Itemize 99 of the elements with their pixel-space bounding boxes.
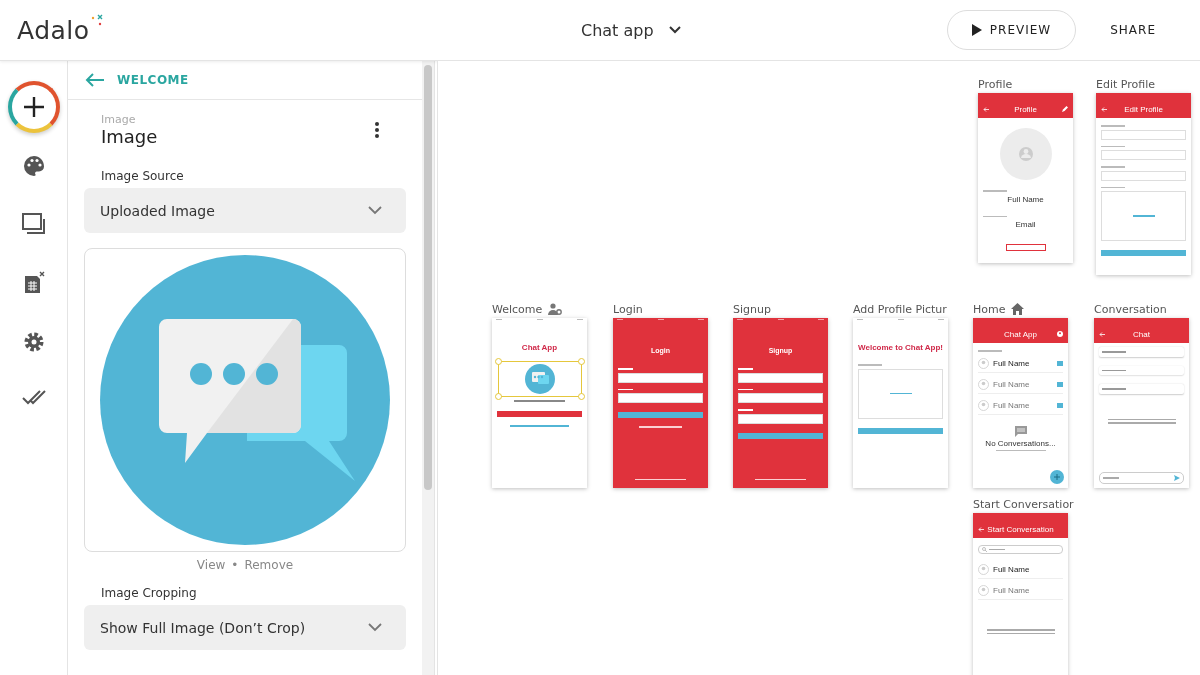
field-label: Image Source <box>101 169 184 183</box>
empty-title: No Conversations... <box>985 438 1056 448</box>
avatar-icon <box>978 378 989 390</box>
label-line <box>618 368 634 370</box>
label-line <box>1101 125 1125 127</box>
screen-title[interactable]: Profile <box>978 77 1013 91</box>
select-dropdown[interactable]: Uploaded Image <box>84 188 406 233</box>
sparkle-icon <box>89 13 104 28</box>
link-line <box>639 426 682 428</box>
logout-button <box>1005 244 1046 251</box>
home-icon <box>1011 303 1025 315</box>
image-action-link[interactable]: View <box>196 558 226 574</box>
screen-title[interactable]: Welcome <box>492 302 543 316</box>
label-line <box>1101 186 1125 188</box>
pencil-icon <box>1062 106 1068 112</box>
contact-name: Full Name <box>993 400 1031 410</box>
label-line <box>978 350 1002 352</box>
chevron-down-icon <box>368 623 382 632</box>
app-bar-title: Chat <box>1133 329 1150 339</box>
screen-title[interactable]: Edit Profile <box>1096 77 1155 91</box>
label-line <box>738 368 754 370</box>
link-line <box>755 478 806 480</box>
screen-title[interactable]: Login <box>613 302 643 316</box>
avatar-icon <box>978 585 989 596</box>
chevron-down-icon <box>368 206 382 215</box>
user-gear-icon <box>548 303 563 315</box>
label-line <box>738 388 754 390</box>
screen-preview[interactable]: Chat <box>1094 318 1189 488</box>
label-line <box>1101 145 1125 147</box>
screen-title[interactable]: Signup <box>733 302 771 316</box>
screen-preview[interactable]: Edit Profile <box>1096 93 1191 275</box>
caption-line <box>514 400 565 402</box>
send-icon <box>1174 475 1180 481</box>
screen-preview[interactable]: Chat App <box>492 318 587 488</box>
avatar-icon <box>978 357 989 369</box>
arrow-left-icon <box>1101 106 1107 112</box>
label-line <box>983 215 1007 217</box>
screen-preview[interactable]: Start Conversation Full Name Full Name <box>973 513 1068 675</box>
caption-line <box>995 449 1046 451</box>
image-action-link[interactable]: Remove <box>244 558 294 574</box>
select-dropdown[interactable]: Show Full Image (Don’t Crop) <box>84 605 406 650</box>
arrow-left-icon <box>1099 331 1105 337</box>
message-icon <box>1057 381 1063 387</box>
component-type-label: Image <box>101 113 137 126</box>
app-bar-title: Profile <box>1014 104 1037 114</box>
scrollbar-thumb[interactable] <box>424 65 432 490</box>
contact-name: Full Name <box>993 358 1031 368</box>
share-button[interactable]: SHARE <box>1106 19 1160 41</box>
screen-title[interactable]: Add Profile Pictur <box>853 302 947 316</box>
add-component-button[interactable] <box>7 81 60 133</box>
app-bar-title: Edit Profile <box>1124 104 1163 114</box>
avatar-icon <box>978 564 989 575</box>
logo-wordmark: Adalo <box>17 15 90 45</box>
palette-icon[interactable] <box>22 155 45 177</box>
arrow-left-icon <box>978 526 984 532</box>
app-bar-title: Chat App <box>1004 329 1037 339</box>
link-line <box>509 425 570 427</box>
screen-heading: Welcome to Chat App! <box>858 343 943 352</box>
screens-icon[interactable] <box>21 213 46 235</box>
avatar-icon <box>978 399 989 411</box>
chat-icon <box>1014 425 1027 437</box>
label-line <box>858 364 882 366</box>
profile-value: Full Name <box>1006 194 1045 204</box>
chevron-down-icon <box>667 25 682 35</box>
contact-name: Full Name <box>993 379 1031 389</box>
label-line <box>738 409 754 411</box>
search-icon <box>982 547 987 552</box>
double-check-icon[interactable] <box>21 389 46 405</box>
add-fab-icon <box>1050 470 1064 484</box>
message-icon <box>1057 402 1063 408</box>
more-options-icon[interactable] <box>374 121 380 139</box>
screen-title[interactable]: Home <box>973 302 1006 316</box>
label-line <box>983 190 1007 192</box>
play-icon <box>971 24 982 36</box>
profile-value: Email <box>1014 220 1037 229</box>
field-label: Image Cropping <box>101 586 197 600</box>
link-line <box>635 478 686 480</box>
screen-preview[interactable]: Profile Full Name Email <box>978 93 1073 263</box>
contact-name: Full Name <box>993 586 1031 595</box>
screen-title[interactable]: Conversation <box>1094 302 1167 316</box>
plus-icon <box>21 95 46 119</box>
component-name: Image <box>101 126 158 147</box>
app-name-dropdown[interactable]: Chat app <box>577 16 686 44</box>
message-icon <box>1057 360 1063 366</box>
screen-heading: Chat App <box>520 343 559 352</box>
settings-icon[interactable] <box>22 331 45 353</box>
screen-preview[interactable]: Welcome to Chat App! <box>853 318 948 488</box>
arrow-left-icon <box>983 106 989 112</box>
contact-name: Full Name <box>993 565 1031 574</box>
screen-title[interactable]: Start Conversatior <box>973 497 1074 511</box>
app-bar-title: Start Conversation <box>987 524 1054 534</box>
preview-button[interactable]: PREVIEW <box>946 10 1077 50</box>
screen-preview[interactable]: Chat App Full Name Full Name Full Name No Conversations... <box>973 318 1068 488</box>
separator-dot: • <box>231 558 239 574</box>
arrow-left-icon <box>85 73 105 87</box>
account-icon <box>1057 331 1063 337</box>
label-line <box>1101 166 1125 168</box>
avatar-placeholder-icon <box>999 128 1052 180</box>
label-line <box>618 388 634 390</box>
